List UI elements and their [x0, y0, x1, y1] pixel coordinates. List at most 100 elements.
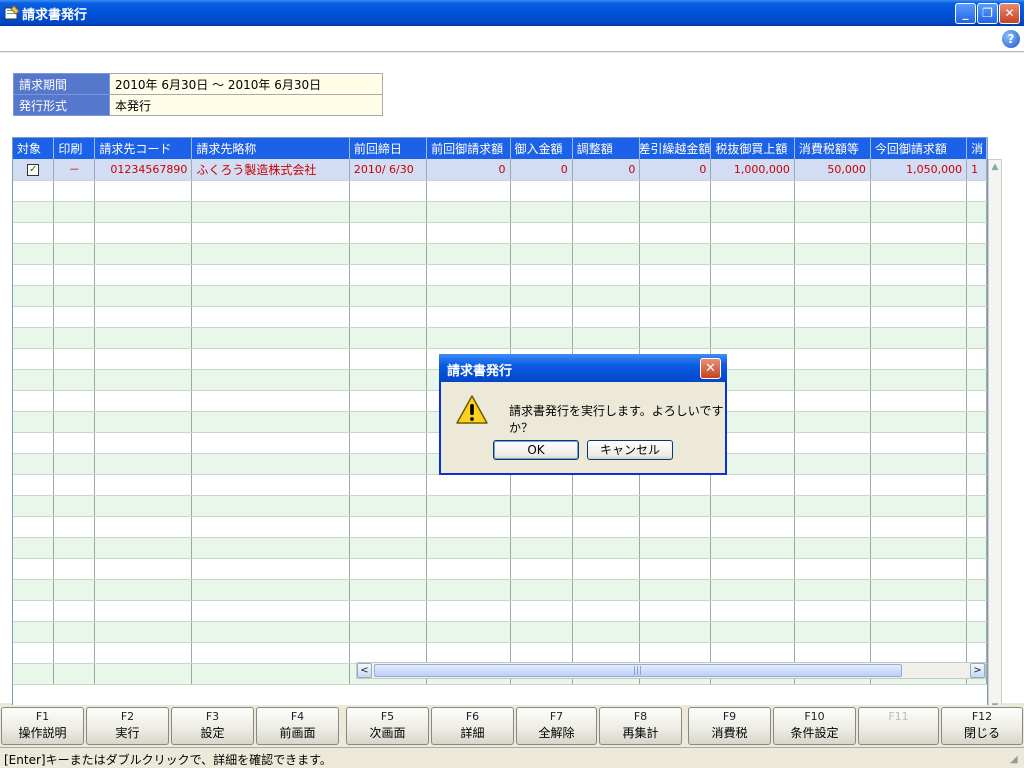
empty-cell: [572, 285, 641, 307]
f8-recalculate-button[interactable]: F8 再集計: [599, 707, 682, 745]
empty-cell: [870, 453, 968, 475]
empty-row[interactable]: [13, 495, 987, 517]
col-header-adjust[interactable]: 調整額: [572, 138, 641, 159]
empty-cell: [53, 285, 96, 307]
empty-cell: [349, 327, 428, 349]
empty-row[interactable]: [13, 474, 987, 496]
empty-cell: [639, 264, 712, 286]
col-header-name[interactable]: 請求先略称: [191, 138, 350, 159]
cancel-button[interactable]: キャンセル: [587, 440, 673, 460]
empty-cell: [572, 243, 641, 265]
f4-prev-screen-button[interactable]: F4 前画面: [256, 707, 339, 745]
f9-tax-button[interactable]: F9 消費税: [688, 707, 771, 745]
empty-cell: [426, 495, 511, 517]
empty-cell: [13, 348, 55, 370]
name-cell: ふくろう製造株式会社: [191, 159, 350, 181]
empty-row[interactable]: [13, 201, 987, 223]
empty-cell: [966, 495, 987, 517]
scroll-up-icon[interactable]: ▲: [989, 160, 1001, 174]
empty-row[interactable]: [13, 642, 987, 664]
empty-row[interactable]: [13, 264, 987, 286]
empty-row[interactable]: [13, 579, 987, 601]
empty-row[interactable]: [13, 558, 987, 580]
empty-cell: [53, 642, 96, 664]
target-checkbox[interactable]: ✓: [13, 159, 55, 181]
empty-cell: [572, 180, 641, 202]
empty-cell: [191, 663, 350, 685]
table-row[interactable]: ✓ － 01234567890 ふくろう製造株式会社 2010/ 6/30 0 …: [13, 159, 987, 181]
empty-cell: [572, 516, 641, 538]
f7-clear-all-button[interactable]: F7 全解除: [516, 707, 597, 745]
col-header-code[interactable]: 請求先コード: [94, 138, 193, 159]
restore-button[interactable]: ❐: [977, 3, 998, 24]
empty-cell: [94, 621, 193, 643]
empty-cell: [966, 411, 987, 433]
help-icon[interactable]: ?: [1002, 30, 1020, 48]
empty-row[interactable]: [13, 600, 987, 622]
empty-cell: [94, 453, 193, 475]
col-header-carry[interactable]: 差引繰越金額: [639, 138, 712, 159]
empty-cell: [966, 243, 987, 265]
horizontal-scrollbar[interactable]: < ||| >: [356, 662, 986, 679]
empty-row[interactable]: [13, 327, 987, 349]
col-header-target[interactable]: 対象: [13, 138, 55, 159]
empty-cell: [191, 453, 350, 475]
close-window-button[interactable]: ✕: [999, 3, 1020, 24]
f6-detail-button[interactable]: F6 詳細: [431, 707, 514, 745]
empty-row[interactable]: [13, 285, 987, 307]
empty-row[interactable]: [13, 306, 987, 328]
f2-execute-button[interactable]: F2 実行: [86, 707, 169, 745]
empty-cell: [870, 411, 968, 433]
empty-row[interactable]: [13, 621, 987, 643]
empty-row[interactable]: [13, 222, 987, 244]
f1-help-button[interactable]: F1 操作説明: [1, 707, 84, 745]
ok-button[interactable]: OK: [493, 440, 579, 460]
empty-cell: [966, 222, 987, 244]
empty-cell: [966, 327, 987, 349]
col-header-payment[interactable]: 御入金額: [510, 138, 573, 159]
f12-close-button[interactable]: F12 閉じる: [941, 707, 1023, 745]
col-header-prev-date[interactable]: 前回締日: [349, 138, 428, 159]
col-header-prev-amount[interactable]: 前回御請求額: [426, 138, 511, 159]
menu-bar: ?: [0, 26, 1024, 52]
empty-row[interactable]: [13, 180, 987, 202]
col-header-total[interactable]: 今回御請求額: [870, 138, 968, 159]
empty-cell: [191, 411, 350, 433]
col-header-extra[interactable]: 消: [966, 138, 987, 159]
empty-row[interactable]: [13, 516, 987, 538]
empty-cell: [53, 663, 96, 685]
empty-cell: [572, 264, 641, 286]
f5-next-screen-button[interactable]: F5 次画面: [346, 707, 429, 745]
empty-cell: [349, 579, 428, 601]
empty-cell: [966, 285, 987, 307]
empty-cell: [94, 327, 193, 349]
scroll-left-icon[interactable]: <: [357, 663, 372, 678]
col-header-tax[interactable]: 消費税額等: [794, 138, 871, 159]
empty-row[interactable]: [13, 537, 987, 559]
empty-cell: [510, 285, 573, 307]
empty-cell: [710, 537, 795, 559]
empty-cell: [426, 558, 511, 580]
dialog-close-button[interactable]: ✕: [700, 358, 721, 379]
empty-cell: [349, 621, 428, 643]
adjust-cell: 0: [572, 159, 641, 181]
scroll-right-icon[interactable]: >: [970, 663, 985, 678]
empty-cell: [966, 348, 987, 370]
scroll-thumb[interactable]: |||: [374, 664, 902, 677]
f3-settings-button[interactable]: F3 設定: [171, 707, 254, 745]
empty-cell: [794, 600, 871, 622]
empty-row[interactable]: [13, 243, 987, 265]
vertical-scrollbar[interactable]: ▲ ▼: [988, 159, 1002, 715]
empty-cell: [191, 264, 350, 286]
minimize-button[interactable]: _: [955, 3, 976, 24]
prev-amount-cell: 0: [426, 159, 511, 181]
empty-cell: [53, 579, 96, 601]
col-header-print[interactable]: 印刷: [53, 138, 96, 159]
f10-condition-button[interactable]: F10 条件設定: [773, 707, 856, 745]
empty-cell: [13, 642, 55, 664]
empty-cell: [426, 537, 511, 559]
col-header-sales[interactable]: 税抜御買上額: [710, 138, 795, 159]
empty-cell: [870, 222, 968, 244]
empty-cell: [53, 264, 96, 286]
warning-icon: [456, 395, 488, 424]
